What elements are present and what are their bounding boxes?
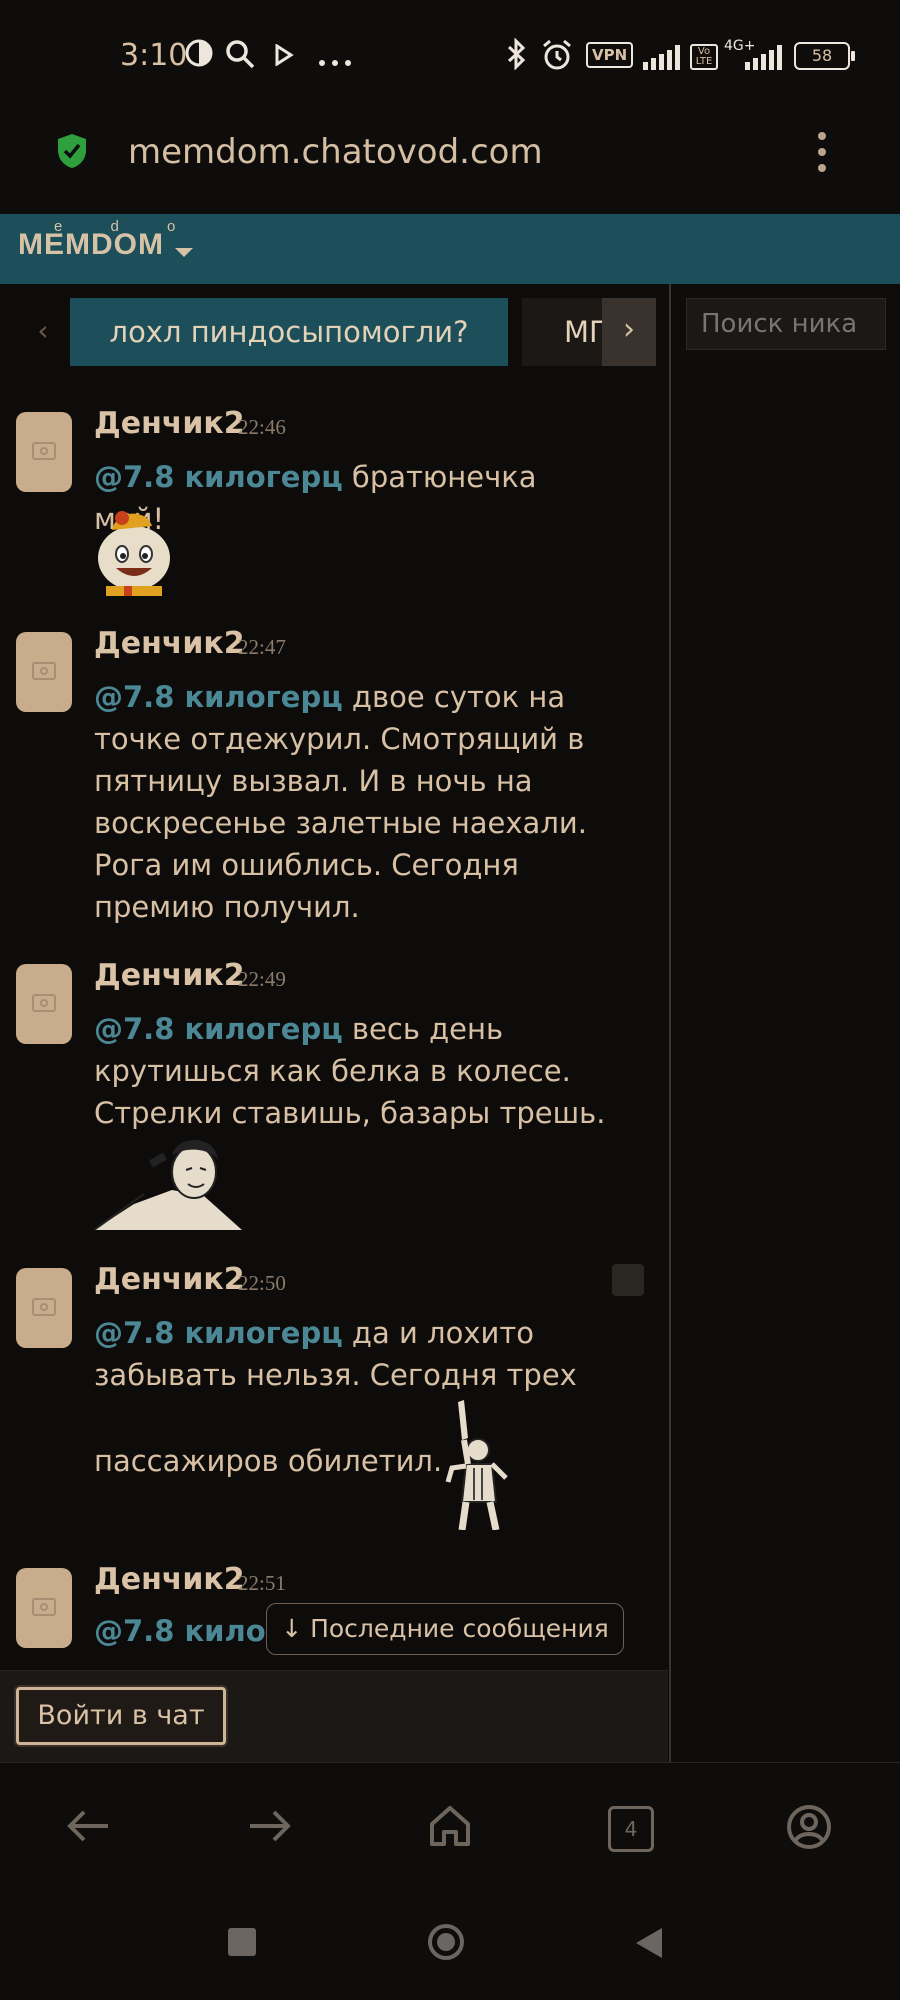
mention[interactable]: @7.8 килогерц [94,680,343,714]
message-author[interactable]: Денчик2 [94,1262,245,1297]
bluetooth-icon [506,37,528,74]
message-select-checkbox[interactable] [612,1264,644,1296]
message-author[interactable]: Денчик2 [94,406,245,441]
camera-icon [32,1298,56,1316]
mention[interactable]: @7.8 килогерц [94,1012,343,1046]
message-time: 22:47 [238,635,286,659]
home-button[interactable] [428,1924,464,1960]
volte-badge: Vo LTE [690,44,718,70]
message-text-line: забывать нельзя. Сегодня трех [94,1358,577,1392]
camera-icon [32,442,56,460]
message-text: @7.8 килогерц весь день крутишься как бе… [94,1012,606,1130]
brand-logo[interactable]: MEMDOM [18,228,164,262]
play-store-icon [274,43,294,70]
search-icon [224,38,256,74]
alarm-icon [540,38,574,76]
login-chat-button[interactable]: Войти в чат [16,1687,226,1745]
message-author[interactable]: Денчик2 [94,626,245,661]
contrast-icon [184,38,214,75]
cartoon-face-sticker [94,506,174,600]
camera-icon [32,662,56,680]
latest-messages-button[interactable]: ↓ Последние сообщения [266,1603,624,1655]
message-text-line: пассажиров обилетил. [94,1444,443,1478]
signal-icon [642,44,682,74]
battery-icon: 58 [794,42,855,70]
avatar[interactable] [16,1268,72,1348]
message-time: 22:50 [238,1271,286,1295]
signal-icon-2 [744,44,784,74]
tabs-next-button[interactable]: › [602,298,656,366]
camera-icon [32,994,56,1012]
avatar[interactable] [16,964,72,1044]
avatar[interactable] [16,1568,72,1648]
recents-button[interactable] [228,1928,256,1956]
mention[interactable]: @7.8 килогерц [94,1316,343,1350]
status-time: 3:10 [120,38,188,73]
avatar[interactable] [16,412,72,492]
avatar[interactable] [16,632,72,712]
singer-meme-sticker [93,1134,242,1234]
forward-arrow-icon[interactable] [248,1808,292,1848]
brand-dropdown-icon[interactable] [174,244,194,263]
url-text[interactable]: memdom.chatovod.com [128,132,543,172]
more-notifications-icon [318,52,352,71]
account-icon[interactable] [786,1804,832,1854]
tabs-prev-button[interactable]: ‹ [18,298,68,366]
message-author[interactable]: Денчик2 [94,1562,245,1597]
mention[interactable]: @7.8 килогерц [94,460,343,494]
mention[interactable]: @7.8 килог [94,1614,281,1648]
home-icon[interactable] [428,1804,472,1852]
message-text: @7.8 килогерц двое суток на точке отдежу… [94,680,587,924]
message-time: 22:51 [238,1571,286,1595]
tab-room-1[interactable]: лохл пиндосыпомогли? [70,298,508,366]
tabs-count-button[interactable]: 4 [608,1806,654,1852]
message-time: 22:49 [238,967,286,991]
secure-shield-icon[interactable] [56,132,88,174]
back-arrow-icon[interactable] [66,1808,110,1848]
message-time: 22:46 [238,415,286,439]
back-button[interactable] [636,1928,662,1958]
user-list-sidebar [669,284,900,1762]
freddie-pose-sticker [444,1398,514,1534]
camera-icon [32,1598,56,1616]
message-text: @7.8 килогерц да и лохито [94,1316,534,1350]
nick-search-input[interactable] [686,298,886,350]
vpn-badge: VPN [586,42,634,68]
message-author[interactable]: Денчик2 [94,958,245,993]
browser-menu-icon[interactable] [812,128,832,176]
